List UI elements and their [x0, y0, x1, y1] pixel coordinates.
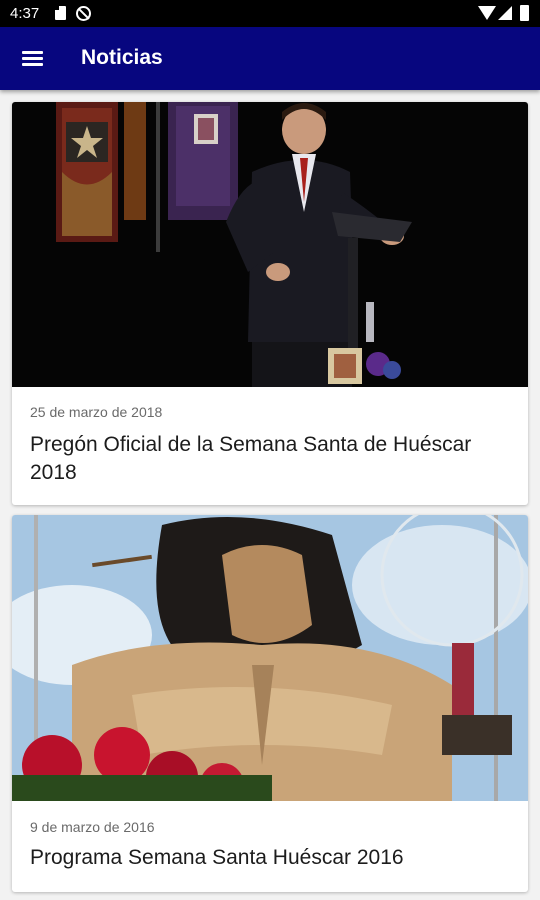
- app-bar: Noticias: [0, 27, 540, 90]
- status-time: 4:37: [10, 5, 40, 22]
- page-title: Noticias: [81, 46, 163, 69]
- news-image-programa: [12, 515, 528, 801]
- news-card[interactable]: 9 de marzo de 2016 Programa Semana Santa…: [12, 515, 528, 892]
- news-image-pregon: [12, 102, 528, 387]
- news-date: 25 de marzo de 2018: [30, 404, 163, 420]
- hamburger-menu-icon[interactable]: [12, 39, 52, 79]
- news-card[interactable]: 25 de marzo de 2018 Pregón Oficial de la…: [12, 102, 528, 505]
- cell-signal-icon: [498, 6, 512, 20]
- news-title[interactable]: Pregón Oficial de la Semana Santa de Hué…: [30, 431, 520, 487]
- battery-icon: [520, 5, 529, 21]
- do-not-disturb-icon: [76, 6, 91, 21]
- news-feed[interactable]: 25 de marzo de 2018 Pregón Oficial de la…: [0, 90, 540, 900]
- news-title[interactable]: Programa Semana Santa Huéscar 2016: [30, 844, 520, 872]
- status-bar: 4:37: [0, 0, 540, 27]
- sd-card-icon: [55, 6, 66, 20]
- wifi-icon: [478, 6, 496, 20]
- news-date: 9 de marzo de 2016: [30, 819, 155, 835]
